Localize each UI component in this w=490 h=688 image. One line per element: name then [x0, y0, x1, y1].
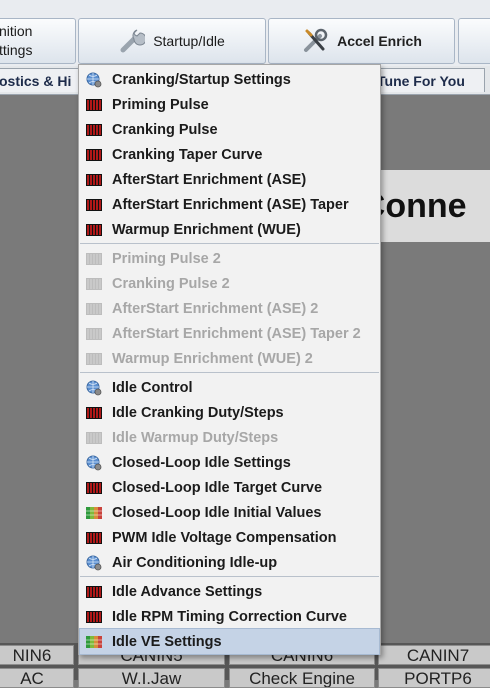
menu-item[interactable]: Closed-Loop Idle Settings: [80, 450, 379, 475]
menu-item-label: AfterStart Enrichment (ASE) 2: [112, 300, 319, 317]
ignition-settings-label: nition ttings: [0, 23, 33, 58]
table-icon: [86, 122, 102, 138]
menu-item[interactable]: Idle Cranking Duty/Steps: [80, 400, 379, 425]
menu-item-label: Warmup Enrichment (WUE): [112, 221, 301, 238]
toolbar-button-partial[interactable]: [458, 18, 490, 64]
menu-item-label: Idle Warmup Duty/Steps: [112, 429, 279, 446]
indicator-cell: CANIN7: [378, 645, 490, 665]
startup-idle-menu: Cranking/Startup Settings Priming Pulse Cr…: [78, 64, 381, 655]
menu-item[interactable]: Idle RPM Timing Correction Curve: [80, 604, 379, 629]
menu-item-label: Idle Cranking Duty/Steps: [112, 404, 284, 421]
menu-item-label: Cranking Taper Curve: [112, 146, 263, 163]
menu-item[interactable]: AfterStart Enrichment (ASE) Taper 2: [80, 321, 379, 346]
table-icon: [86, 351, 102, 367]
accel-enrich-label: Accel Enrich: [337, 33, 422, 49]
menu-item-label: Idle Control: [112, 379, 193, 396]
tab-diagnostics[interactable]: ostics & Hi: [0, 68, 82, 92]
menu-separator: [80, 576, 379, 577]
menu-item[interactable]: Priming Pulse 2: [80, 246, 379, 271]
menu-item[interactable]: Idle Warmup Duty/Steps: [80, 425, 379, 450]
menu-item[interactable]: Warmup Enrichment (WUE) 2: [80, 346, 379, 371]
indicator-cell: W.I.Jaw: [78, 668, 225, 688]
wrench-icon: [119, 28, 146, 54]
menu-item-label: AfterStart Enrichment (ASE): [112, 171, 307, 188]
table-icon: [86, 197, 102, 213]
menu-item-label: Idle Advance Settings: [112, 583, 263, 600]
menu-item-label: AfterStart Enrichment (ASE) Taper: [112, 196, 349, 213]
menu-item-label: Closed-Loop Idle Settings: [112, 454, 291, 471]
menu-item-label: Cranking/Startup Settings: [112, 71, 291, 88]
menu-item-label: Cranking Pulse: [112, 121, 218, 138]
menu-item[interactable]: Closed-Loop Idle Target Curve: [80, 475, 379, 500]
table-icon: [86, 530, 102, 546]
table-icon: [86, 326, 102, 342]
menu-item[interactable]: Air Conditioning Idle-up: [80, 550, 379, 575]
table-icon: [86, 405, 102, 421]
menu-item[interactable]: Idle Advance Settings: [80, 579, 379, 604]
indicator-cell: Check Engine: [229, 668, 375, 688]
table-icon: [86, 222, 102, 238]
globe-settings-icon: [86, 380, 102, 396]
menu-item[interactable]: Idle Control: [80, 375, 379, 400]
menu-item[interactable]: Warmup Enrichment (WUE): [80, 217, 379, 242]
menu-item[interactable]: Cranking Pulse: [80, 117, 379, 142]
menu-item[interactable]: PWM Idle Voltage Compensation: [80, 525, 379, 550]
menu-item[interactable]: AfterStart Enrichment (ASE): [80, 167, 379, 192]
menu-separator: [80, 372, 379, 373]
table-icon: [86, 97, 102, 113]
menu-item[interactable]: Idle VE Settings: [79, 628, 380, 655]
main-toolbar: nition ttings Startup/Idle Accel Enrich: [0, 0, 490, 66]
table-icon: [86, 301, 102, 317]
startup-idle-button[interactable]: Startup/Idle: [78, 18, 266, 64]
menu-item-label: PWM Idle Voltage Compensation: [112, 529, 337, 546]
ignition-settings-button[interactable]: nition ttings: [0, 18, 76, 64]
startup-idle-label: Startup/Idle: [153, 33, 225, 49]
menu-item-label: AfterStart Enrichment (ASE) Taper 2: [112, 325, 361, 342]
indicator-cell: NIN6: [0, 645, 74, 665]
tab-tune-for-you[interactable]: Tune For You: [372, 68, 485, 92]
table-icon: [86, 584, 102, 600]
menu-item-label: Closed-Loop Idle Initial Values: [112, 504, 322, 521]
menu-item[interactable]: Closed-Loop Idle Initial Values: [80, 500, 379, 525]
menu-item-label: Priming Pulse 2: [112, 250, 221, 267]
table-icon: [86, 172, 102, 188]
menu-item-label: Cranking Pulse 2: [112, 275, 230, 292]
menu-item[interactable]: Cranking Pulse 2: [80, 271, 379, 296]
globe-settings-icon: [86, 555, 102, 571]
menu-item[interactable]: AfterStart Enrichment (ASE) Taper: [80, 192, 379, 217]
menu-item-label: Warmup Enrichment (WUE) 2: [112, 350, 313, 367]
menu-item-label: Priming Pulse: [112, 96, 209, 113]
menu-separator: [80, 243, 379, 244]
gradient-table-icon: [86, 505, 102, 521]
menu-item[interactable]: AfterStart Enrichment (ASE) 2: [80, 296, 379, 321]
menu-item[interactable]: Priming Pulse: [80, 92, 379, 117]
menu-item-label: Closed-Loop Idle Target Curve: [112, 479, 323, 496]
table-icon: [86, 480, 102, 496]
table-icon: [86, 251, 102, 267]
menu-item-label: Idle VE Settings: [112, 633, 222, 650]
accel-enrich-button[interactable]: Accel Enrich: [268, 18, 455, 64]
table-icon: [86, 147, 102, 163]
globe-settings-icon: [86, 72, 102, 88]
indicator-cell: AC: [0, 668, 74, 688]
table-icon: [86, 609, 102, 625]
globe-settings-icon: [86, 455, 102, 471]
indicator-cell: PORTP6: [378, 668, 490, 688]
table-icon: [86, 276, 102, 292]
menu-item-label: Air Conditioning Idle-up: [112, 554, 278, 571]
tools-icon: [301, 27, 329, 55]
table-icon: [86, 430, 102, 446]
gradient-table-icon: [86, 634, 102, 650]
menu-item[interactable]: Cranking/Startup Settings: [80, 67, 379, 92]
menu-item[interactable]: Cranking Taper Curve: [80, 142, 379, 167]
menu-item-label: Idle RPM Timing Correction Curve: [112, 608, 347, 625]
